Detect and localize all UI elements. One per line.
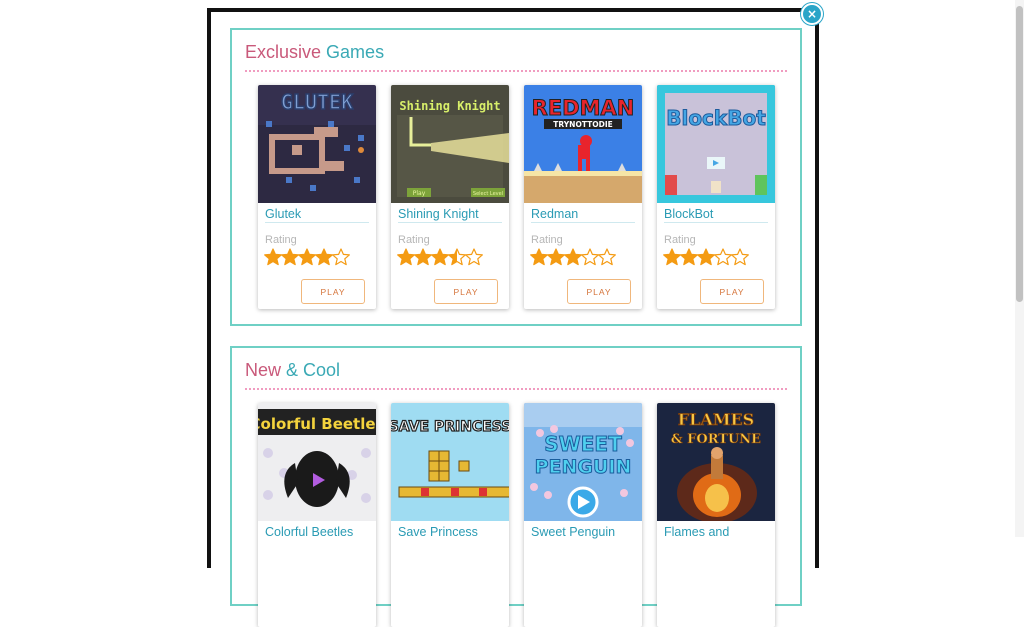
games-modal: Exclusive Games GLUTEK Glutek Rating PLA… — [207, 8, 819, 627]
star-empty-icon — [581, 248, 599, 270]
game-card-shining-knight[interactable]: Shining Knight Play Select Level Shining… — [391, 85, 509, 309]
star-full-icon — [264, 248, 282, 270]
rating-stars — [264, 248, 350, 266]
svg-text:Play: Play — [413, 190, 426, 197]
rating-stars — [530, 248, 616, 266]
rating-label: Rating — [265, 234, 297, 246]
game-art-subtitle: TRYNOTTODIE — [553, 120, 612, 129]
star-empty-icon — [731, 248, 749, 270]
game-art-title: Colorful Beetles — [258, 415, 376, 433]
star-full-icon — [663, 248, 681, 270]
star-empty-icon — [332, 248, 350, 270]
game-card-colorful-beetles[interactable]: Colorful Beetles Colorful Beetles — [258, 403, 376, 627]
section-title-part-2: & Cool — [286, 360, 341, 380]
game-thumbnail[interactable]: FLAMES & FORTUNE — [657, 403, 775, 521]
star-half-icon — [448, 248, 466, 270]
game-card-blockbot[interactable]: BlockBot BlockBot Rating PLAY — [657, 85, 775, 309]
game-title[interactable]: Redman — [531, 207, 578, 221]
game-art-title: REDMAN — [532, 96, 635, 120]
page-scrollbar[interactable] — [1015, 0, 1024, 537]
title-divider — [664, 222, 768, 223]
game-art-subtitle: PENGUIN — [535, 456, 632, 478]
section-divider — [245, 388, 787, 390]
game-art-title: SWEET — [544, 432, 622, 456]
rating-label: Rating — [531, 234, 563, 246]
rating-label: Rating — [398, 234, 430, 246]
play-button[interactable]: PLAY — [567, 279, 631, 304]
star-empty-icon — [714, 248, 732, 270]
star-full-icon — [315, 248, 333, 270]
star-full-icon — [697, 248, 715, 270]
game-card-redman[interactable]: REDMAN TRYNOTTODIE Redman Rating PLAY — [524, 85, 642, 309]
game-title[interactable]: Shining Knight — [398, 207, 479, 221]
rating-stars — [397, 248, 483, 266]
game-thumbnail[interactable]: Colorful Beetles — [258, 403, 376, 521]
game-card-save-princess[interactable]: SAVE PRINCESS Save Princess — [391, 403, 509, 627]
game-title[interactable]: BlockBot — [664, 207, 713, 221]
game-card-glutek[interactable]: GLUTEK Glutek Rating PLAY — [258, 85, 376, 309]
section-divider — [245, 70, 787, 72]
game-art-title: FLAMES — [678, 410, 754, 429]
play-button[interactable]: PLAY — [434, 279, 498, 304]
game-art-title: SAVE PRINCESS — [391, 419, 509, 435]
section-title-part-2: Games — [326, 42, 385, 62]
game-title[interactable]: Glutek — [265, 207, 301, 221]
game-thumbnail[interactable]: Shining Knight Play Select Level — [391, 85, 509, 203]
star-empty-icon — [465, 248, 483, 270]
game-thumbnail[interactable]: REDMAN TRYNOTTODIE — [524, 85, 642, 203]
section-title-part-1: Exclusive — [245, 42, 322, 62]
new-and-cool-section: New & Cool Colorful Beetles — [230, 346, 802, 627]
game-thumbnail[interactable]: GLUTEK — [258, 85, 376, 203]
star-full-icon — [298, 248, 316, 270]
star-full-icon — [431, 248, 449, 270]
game-art-title: Shining Knight — [399, 99, 500, 113]
exclusive-games-section: Exclusive Games GLUTEK Glutek Rating PLA… — [230, 28, 802, 326]
star-empty-icon — [598, 248, 616, 270]
title-divider — [531, 222, 635, 223]
title-divider — [265, 222, 369, 223]
star-full-icon — [281, 248, 299, 270]
svg-text:Select Level: Select Level — [473, 191, 503, 197]
game-art-title: GLUTEK — [281, 90, 353, 114]
rating-stars — [663, 248, 749, 266]
star-full-icon — [530, 248, 548, 270]
game-card-sweet-penguin[interactable]: SWEET PENGUIN Sweet Penguin — [524, 403, 642, 627]
section-title-part-1: New — [245, 360, 282, 380]
game-thumbnail[interactable]: SWEET PENGUIN — [524, 403, 642, 521]
game-thumbnail[interactable]: BlockBot — [657, 85, 775, 203]
play-button[interactable]: PLAY — [301, 279, 365, 304]
game-card-flames-and-fortune[interactable]: FLAMES & FORTUNE Flames and — [657, 403, 775, 627]
star-full-icon — [547, 248, 565, 270]
rating-label: Rating — [664, 234, 696, 246]
game-art-subtitle: & FORTUNE — [671, 432, 761, 447]
game-art-title: BlockBot — [666, 106, 766, 130]
scrollbar-thumb[interactable] — [1016, 6, 1023, 302]
close-modal-button[interactable]: × — [801, 3, 823, 25]
star-full-icon — [680, 248, 698, 270]
section-title: New & Cool — [245, 360, 340, 381]
title-divider — [398, 222, 502, 223]
star-full-icon — [564, 248, 582, 270]
star-full-icon — [397, 248, 415, 270]
star-full-icon — [414, 248, 432, 270]
play-button[interactable]: PLAY — [700, 279, 764, 304]
section-title: Exclusive Games — [245, 42, 384, 63]
game-thumbnail[interactable]: SAVE PRINCESS — [391, 403, 509, 521]
